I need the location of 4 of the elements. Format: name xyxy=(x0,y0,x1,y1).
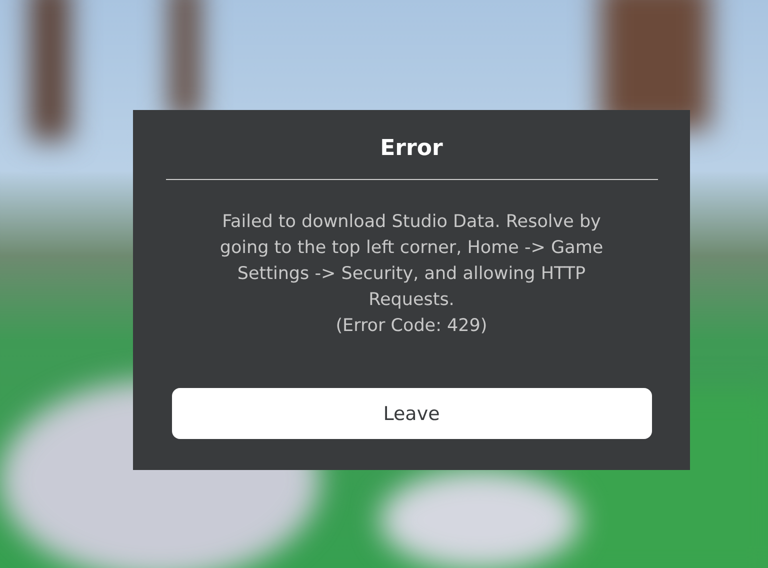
error-message: Failed to download Studio Data. Resolve by going to the top left corner, Home -> Game Settings -> Security, and allowing HTTP Requests. xyxy=(218,211,604,312)
leave-button[interactable]: Leave xyxy=(172,388,652,439)
error-code: (Error Code: 429) xyxy=(334,315,488,338)
dialog-title: Error xyxy=(380,135,443,163)
